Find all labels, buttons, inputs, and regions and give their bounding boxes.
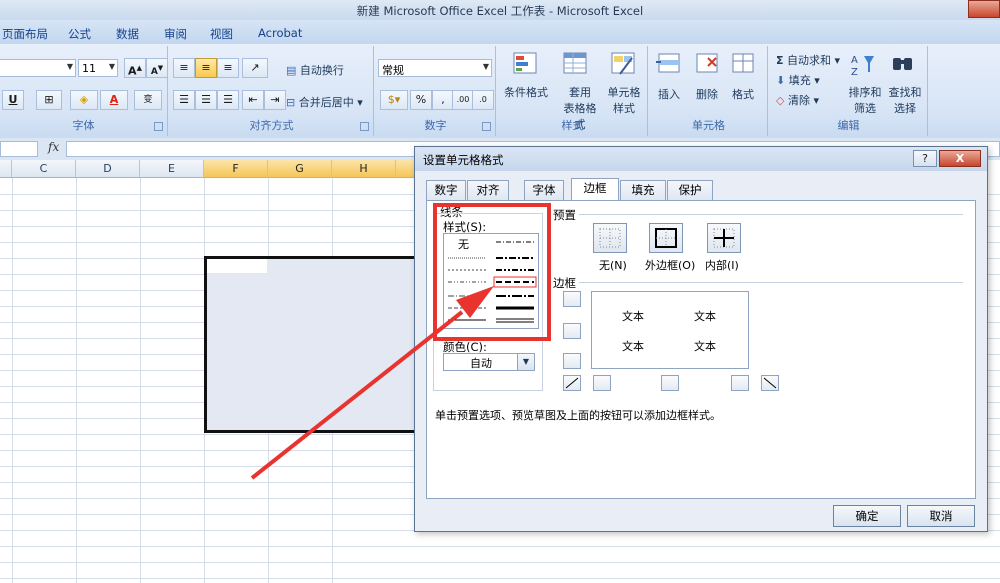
annotation-arrow: [250, 286, 494, 480]
